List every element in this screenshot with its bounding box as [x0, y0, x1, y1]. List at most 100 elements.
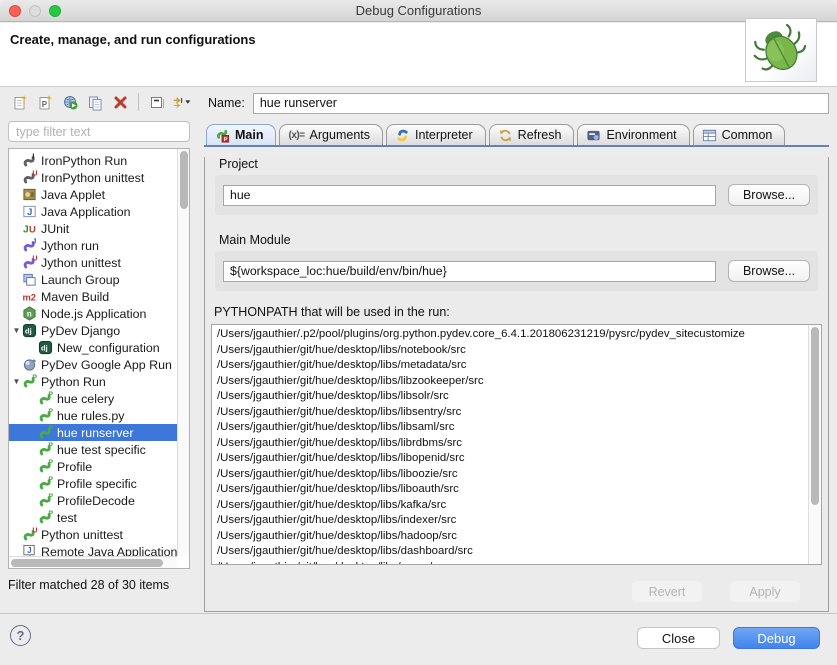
configuration-tree: I IronPython Run UIronPython unittestJava… — [8, 148, 190, 569]
tab-refresh[interactable]: Refresh — [489, 124, 575, 145]
python-run-icon: P — [38, 476, 55, 491]
tree-item-pydev-django[interactable]: ▼djPyDev Django — [9, 322, 177, 339]
tree-item-hue-test-specific[interactable]: Phue test specific — [9, 441, 177, 458]
tree-item-new-configuration[interactable]: djNew_configuration — [9, 339, 177, 356]
jython-run-icon: J — [22, 238, 39, 253]
tree-item-junit[interactable]: JUJUnit — [9, 220, 177, 237]
new-configuration-icon[interactable]: + — [10, 92, 30, 112]
tab-arguments[interactable]: (x)=Arguments — [279, 124, 383, 145]
svg-text:n: n — [27, 310, 32, 319]
zoom-window-button[interactable] — [49, 5, 61, 17]
tab-label: Arguments — [310, 128, 370, 142]
duplicate-configuration-icon[interactable] — [85, 92, 105, 112]
svg-text:U: U — [29, 224, 36, 234]
tab-interpreter[interactable]: Interpreter — [386, 124, 486, 145]
tree-item-hue-runserver[interactable]: Phue runserver — [9, 424, 177, 441]
tree-item-java-applet[interactable]: Java Applet — [9, 186, 177, 203]
debug-configurations-dialog: { "window": { "title": "Debug Configurat… — [0, 0, 837, 665]
tree-item-label: PyDev Google App Run — [39, 358, 176, 372]
java-applet-icon — [22, 187, 39, 202]
help-button[interactable]: ? — [10, 625, 31, 646]
pythonpath-entry: /Users/jgauthier/git/hue/desktop/libs/li… — [217, 451, 807, 467]
svg-text:I: I — [32, 154, 34, 161]
close-button[interactable]: Close — [637, 627, 720, 649]
pythonpath-entry: /Users/jgauthier/git/hue/desktop/libs/ha… — [217, 529, 807, 545]
tree-item-python-run[interactable]: ▼ PPython Run — [9, 373, 177, 390]
expand-arrow-icon[interactable]: ▼ — [9, 377, 22, 386]
tree-item-test[interactable]: Ptest — [9, 509, 177, 526]
tree-item-maven-build[interactable]: m2Maven Build — [9, 288, 177, 305]
tree-item-label: Python Run — [39, 375, 110, 389]
main-module-input[interactable] — [223, 261, 716, 282]
tree-item-launch-group[interactable]: Launch Group — [9, 271, 177, 288]
tab-environment[interactable]: Environment — [577, 124, 689, 145]
expand-arrow-icon[interactable]: ▼ — [9, 326, 22, 335]
pythonpath-entry: /Users/jgauthier/git/hue/desktop/libs/li… — [217, 374, 807, 390]
java-application-icon: J — [22, 204, 39, 219]
tree-item-label: Launch Group — [39, 273, 124, 287]
tree-item-label: test — [55, 511, 81, 525]
tree-vertical-scrollbar[interactable] — [177, 149, 189, 556]
pythonpath-entry: /Users/jgauthier/git/hue/desktop/libs/da… — [217, 544, 807, 560]
filter-menu-icon[interactable] — [172, 92, 192, 112]
tree-item-label: IronPython Run — [39, 154, 131, 168]
svg-text:+: + — [46, 94, 51, 103]
pydev-django-icon: dj — [38, 340, 55, 355]
svg-text:J: J — [23, 224, 29, 235]
tree-item-ironpython-unittest[interactable]: UIronPython unittest — [9, 169, 177, 186]
pythonpath-entry: /Users/jgauthier/git/hue/desktop/libs/az… — [217, 560, 807, 565]
apply-button[interactable]: Apply — [730, 581, 800, 602]
launch-group-icon — [22, 272, 39, 287]
tree-item-jython-run[interactable]: JJython run — [9, 237, 177, 254]
svg-text:P: P — [48, 409, 53, 416]
svg-text:J: J — [27, 207, 32, 217]
name-input[interactable] — [253, 93, 829, 114]
tree-item-label: ProfileDecode — [55, 494, 139, 508]
filter-input[interactable] — [8, 121, 190, 142]
tree-item-jython-unittest[interactable]: UJython unittest — [9, 254, 177, 271]
tree-item-label: hue rules.py — [55, 409, 129, 423]
tree-item-profile-specific[interactable]: PProfile specific — [9, 475, 177, 492]
tree-item-hue-celery[interactable]: Phue celery — [9, 390, 177, 407]
bottom-button-bar: ? Close Debug — [0, 614, 837, 665]
debug-button[interactable]: Debug — [733, 627, 820, 649]
export-configuration-icon[interactable] — [60, 92, 80, 112]
tree-horizontal-scrollbar[interactable] — [9, 556, 177, 568]
pythonpath-entry: /Users/jgauthier/git/hue/desktop/libs/li… — [217, 420, 807, 436]
tab-common[interactable]: Common — [693, 124, 786, 145]
project-input[interactable] — [223, 185, 716, 206]
tree-item-label: Profile specific — [55, 477, 141, 491]
jython-unittest-icon: U — [22, 255, 39, 270]
delete-configuration-icon[interactable] — [110, 92, 130, 112]
tree-item-ironpython-run[interactable]: I IronPython Run — [9, 152, 177, 169]
tree-item-hue-rules-py[interactable]: Phue rules.py — [9, 407, 177, 424]
python-unittest-icon: U — [22, 527, 39, 542]
toolbar-separator — [138, 93, 139, 111]
tree-item-profile[interactable]: PProfile — [9, 458, 177, 475]
svg-text:m2: m2 — [22, 292, 36, 302]
svg-text:P: P — [48, 426, 53, 433]
svg-text:P: P — [32, 375, 37, 382]
main-module-browse-button[interactable]: Browse... — [728, 260, 810, 282]
tree-item-pydev-google-app-run[interactable]: PyDev Google App Run — [9, 356, 177, 373]
project-browse-button[interactable]: Browse... — [728, 184, 810, 206]
svg-text:P: P — [48, 511, 53, 518]
close-window-button[interactable] — [9, 5, 21, 17]
collapse-all-icon[interactable] — [147, 92, 167, 112]
pythonpath-scrollbar[interactable] — [808, 325, 821, 564]
project-label: Project — [219, 157, 828, 171]
pythonpath-entry: /Users/jgauthier/git/hue/desktop/libs/li… — [217, 482, 807, 498]
new-prototype-icon[interactable]: P+ — [35, 92, 55, 112]
tree-item-node-js-application[interactable]: nNode.js Application — [9, 305, 177, 322]
python-run-icon: P — [38, 442, 55, 457]
tree-item-profiledecode[interactable]: PProfileDecode — [9, 492, 177, 509]
tree-item-java-application[interactable]: JJava Application — [9, 203, 177, 220]
tree-item-remote-java-application[interactable]: JRemote Java Application — [9, 543, 177, 556]
minimize-window-button[interactable] — [29, 5, 41, 17]
svg-text:U: U — [32, 528, 37, 535]
svg-text:J: J — [32, 239, 36, 246]
tree-item-label: Maven Build — [39, 290, 113, 304]
tree-item-python-unittest[interactable]: UPython unittest — [9, 526, 177, 543]
revert-button[interactable]: Revert — [632, 581, 702, 602]
tab-main[interactable]: PMain — [206, 124, 276, 145]
